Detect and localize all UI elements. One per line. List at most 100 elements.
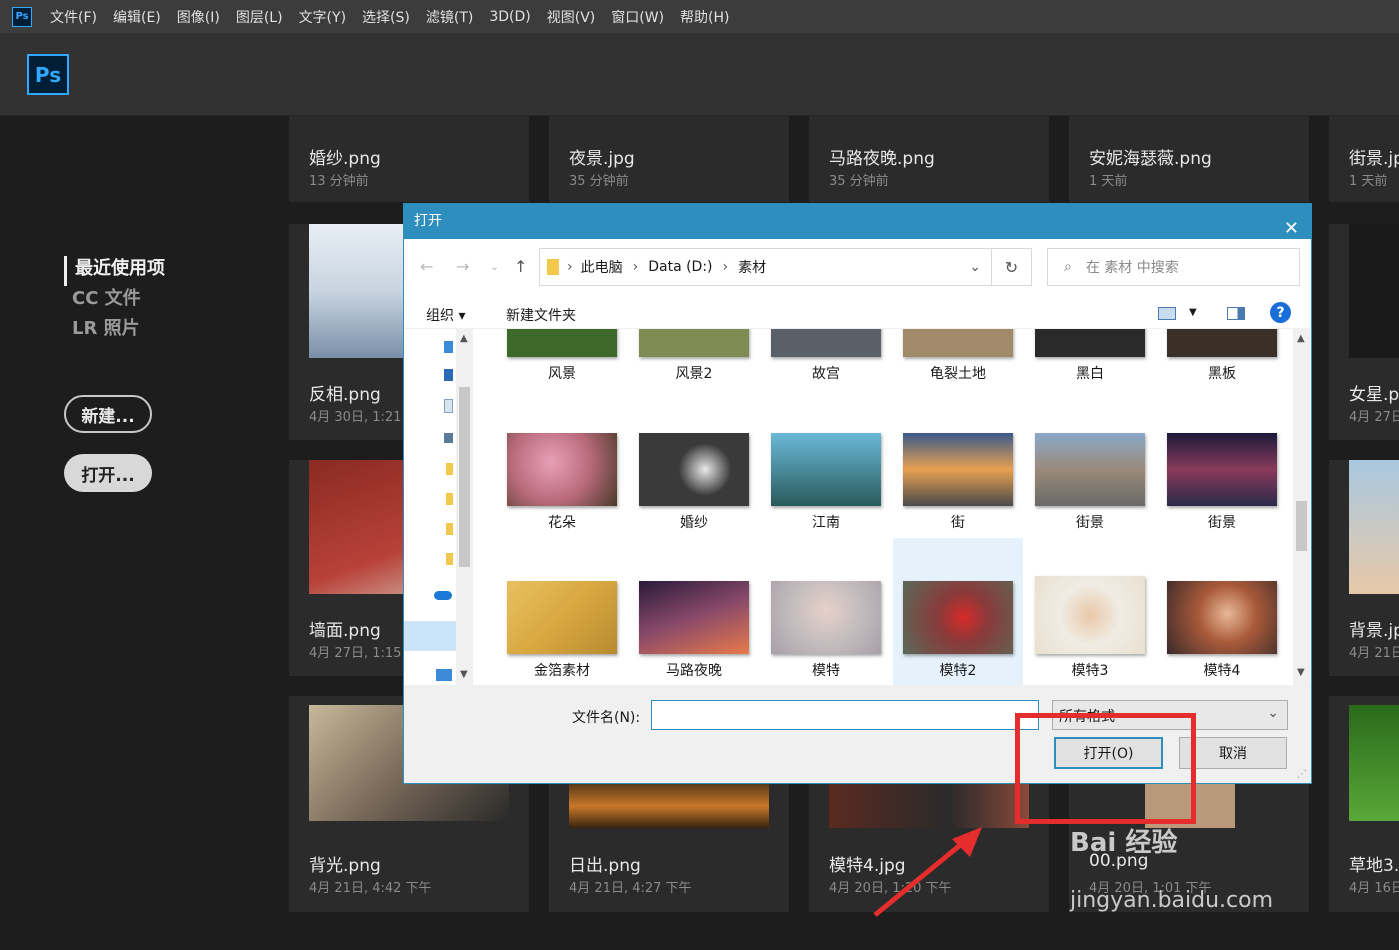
file-item-selected[interactable]: 模特2	[893, 538, 1023, 685]
recent-card-title: 背光.png	[309, 856, 381, 876]
recent-card-time: 13 分钟前	[309, 174, 369, 189]
folder-icon[interactable]	[446, 523, 453, 535]
menu-filter[interactable]: 滤镜(T)	[426, 7, 473, 27]
menu-edit[interactable]: 编辑(E)	[113, 7, 161, 27]
recent-card-thumbnail	[309, 460, 403, 594]
new-folder-button[interactable]: 新建文件夹	[506, 305, 576, 325]
recent-card-time: 4月 30日, 1:21 下	[309, 410, 403, 425]
help-icon[interactable]: ?	[1270, 302, 1291, 323]
file-item[interactable]: 街景	[1025, 433, 1155, 532]
view-mode-icon[interactable]	[1158, 307, 1176, 320]
file-item[interactable]: 风景2	[629, 329, 759, 383]
file-item[interactable]: 江南	[761, 433, 891, 532]
chevron-up-icon[interactable]: ▲	[460, 333, 468, 344]
back-arrow-icon[interactable]: ←	[420, 257, 433, 276]
file-item[interactable]: 街景	[1157, 433, 1287, 532]
file-item[interactable]: 模特	[761, 581, 891, 680]
menu-type[interactable]: 文字(Y)	[299, 7, 346, 27]
menu-view[interactable]: 视图(V)	[547, 7, 596, 27]
new-button[interactable]: 新建...	[64, 395, 152, 433]
network-icon[interactable]	[436, 669, 452, 681]
breadcrumb-this-pc[interactable]: 此电脑	[581, 257, 623, 277]
search-placeholder: 在 素材 中搜索	[1085, 260, 1179, 276]
file-label: 马路夜晚	[666, 663, 722, 679]
file-item[interactable]: 婚纱	[629, 433, 759, 532]
recent-card[interactable]: 草地3. 4月 16日	[1329, 696, 1399, 912]
forward-arrow-icon[interactable]: →	[456, 257, 469, 276]
file-thumbnail	[1167, 433, 1277, 506]
up-arrow-icon[interactable]: ↑	[514, 257, 527, 276]
nav-lr-photos[interactable]: LR 照片	[64, 316, 165, 346]
menu-file[interactable]: 文件(F)	[50, 7, 97, 27]
file-item[interactable]: 故宫	[761, 329, 891, 383]
picture-icon[interactable]	[444, 433, 453, 443]
chevron-down-icon[interactable]: ⌄	[969, 259, 981, 275]
recent-card[interactable]: 马路夜晚.png 35 分钟前	[809, 116, 1049, 202]
recent-card-title: 女星.p	[1349, 385, 1399, 405]
address-row: ← → ⌄ ↑ › 此电脑 › Data (D:) › 素材 ⌄ ↻ ⌕ 在 素…	[404, 239, 1311, 297]
file-label: 街景	[1208, 515, 1236, 531]
preview-pane-icon[interactable]	[1227, 307, 1245, 320]
chevron-up-icon[interactable]: ▲	[1297, 333, 1305, 344]
nav-recent[interactable]: 最近使用项	[64, 256, 165, 286]
folder-icon[interactable]	[446, 493, 453, 505]
scrollbar-thumb[interactable]	[1296, 501, 1307, 551]
recent-card[interactable]: 夜景.jpg 35 分钟前	[549, 116, 789, 202]
chevron-down-icon[interactable]: ▼	[460, 669, 468, 680]
breadcrumb-data-drive[interactable]: Data (D:)	[648, 259, 712, 275]
folder-icon[interactable]	[446, 553, 453, 565]
recent-card[interactable]: 背景.jp 4月 21日	[1329, 460, 1399, 676]
recent-card[interactable]: 婚纱.png 13 分钟前	[289, 116, 529, 202]
navigation-scrollbar[interactable]: ▲ ▼	[456, 329, 473, 685]
download-icon[interactable]	[444, 369, 453, 381]
file-item[interactable]: 黑板	[1157, 329, 1287, 383]
file-item[interactable]: 街	[893, 433, 1023, 532]
address-bar[interactable]: › 此电脑 › Data (D:) › 素材 ⌄	[539, 248, 992, 286]
recent-card[interactable]: 街景.jp 1 天前	[1329, 116, 1399, 202]
open-button[interactable]: 打开...	[64, 454, 152, 492]
file-grid-scrollbar[interactable]: ▲ ▼	[1293, 329, 1310, 685]
breadcrumb-folder[interactable]: 素材	[738, 257, 766, 277]
recent-card[interactable]: 安妮海瑟薇.png 1 天前	[1069, 116, 1309, 202]
nav-cc-files[interactable]: CC 文件	[64, 286, 165, 316]
this-pc-icon[interactable]	[404, 621, 456, 651]
recent-card[interactable]: 反相.png 4月 30日, 1:21 下	[289, 224, 403, 440]
resize-grip-icon[interactable]: ⋰	[1297, 769, 1307, 780]
file-item[interactable]: 模特3	[1025, 576, 1155, 680]
menu-window[interactable]: 窗口(W)	[611, 7, 664, 27]
chevron-down-icon[interactable]: ⌄	[490, 260, 499, 273]
search-input[interactable]: ⌕ 在 素材 中搜索	[1047, 248, 1300, 286]
refresh-icon[interactable]: ↻	[992, 248, 1032, 286]
filename-input[interactable]	[651, 700, 1039, 730]
file-item[interactable]: 风景	[497, 329, 627, 383]
file-item[interactable]: 黑白	[1025, 329, 1155, 383]
scrollbar-thumb[interactable]	[459, 387, 470, 567]
open-file-dialog: 打开 ✕ ← → ⌄ ↑ › 此电脑 › Data (D:) › 素材 ⌄ ↻ …	[403, 203, 1312, 784]
recent-card-time: 4月 21日	[1349, 646, 1399, 661]
document-icon[interactable]	[444, 399, 453, 413]
filename-label: 文件名(N):	[572, 710, 641, 726]
file-thumbnail	[1035, 329, 1145, 357]
menu-layer[interactable]: 图层(L)	[236, 7, 283, 27]
menu-help[interactable]: 帮助(H)	[680, 7, 729, 27]
menu-image[interactable]: 图像(I)	[177, 7, 220, 27]
file-item[interactable]: 马路夜晚	[629, 581, 759, 680]
chevron-down-icon[interactable]: ▼	[1297, 667, 1305, 678]
search-icon: ⌕	[1064, 259, 1072, 275]
menu-3d[interactable]: 3D(D)	[489, 9, 530, 25]
chevron-down-icon[interactable]: ▼	[1189, 307, 1197, 318]
recent-card[interactable]: 女星.p 4月 27日	[1329, 224, 1399, 440]
onedrive-icon[interactable]	[434, 591, 452, 600]
file-item[interactable]: 花朵	[497, 433, 627, 532]
file-item[interactable]: 龟裂土地	[893, 329, 1023, 383]
file-item[interactable]: 金箔素材	[497, 581, 627, 680]
folder-icon[interactable]	[446, 463, 453, 475]
organize-button[interactable]: 组织 ▾	[426, 305, 465, 325]
watermark-url: jingyan.baidu.com	[1070, 888, 1274, 913]
file-item[interactable]: 模特4	[1157, 581, 1287, 680]
menu-select[interactable]: 选择(S)	[362, 7, 410, 27]
quick-access-icon[interactable]	[444, 341, 453, 353]
recent-card[interactable]: 墙面.png 4月 27日, 1:15 下	[289, 460, 403, 676]
recent-card-thumbnail	[309, 224, 403, 358]
recent-card-title: 墙面.png	[309, 621, 381, 641]
